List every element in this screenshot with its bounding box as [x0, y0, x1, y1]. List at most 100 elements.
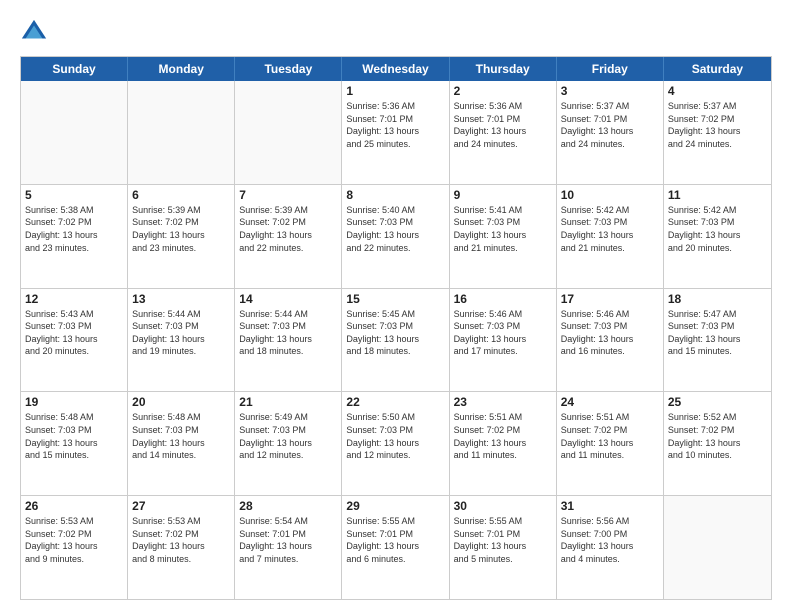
- day-info: Sunrise: 5:36 AM Sunset: 7:01 PM Dayligh…: [346, 100, 444, 150]
- day-number: 14: [239, 292, 337, 306]
- day-info: Sunrise: 5:43 AM Sunset: 7:03 PM Dayligh…: [25, 308, 123, 358]
- day-number: 2: [454, 84, 552, 98]
- day-info: Sunrise: 5:41 AM Sunset: 7:03 PM Dayligh…: [454, 204, 552, 254]
- day-info: Sunrise: 5:55 AM Sunset: 7:01 PM Dayligh…: [454, 515, 552, 565]
- calendar-week-3: 19Sunrise: 5:48 AM Sunset: 7:03 PM Dayli…: [21, 392, 771, 496]
- day-info: Sunrise: 5:51 AM Sunset: 7:02 PM Dayligh…: [454, 411, 552, 461]
- cal-cell-16: 16 Sunrise: 5:46 AM Sunset: 7:03 PM Dayli…: [450, 289, 557, 392]
- day-info: Sunrise: 5:37 AM Sunset: 7:02 PM Dayligh…: [668, 100, 767, 150]
- day-info: Sunrise: 5:45 AM Sunset: 7:03 PM Dayligh…: [346, 308, 444, 358]
- cal-cell-4: 4 Sunrise: 5:37 AM Sunset: 7:02 PM Daylig…: [664, 81, 771, 184]
- day-number: 16: [454, 292, 552, 306]
- cal-cell-20: 20Sunrise: 5:48 AM Sunset: 7:03 PM Dayli…: [128, 392, 235, 495]
- cal-cell-30: 30 Sunrise: 5:55 AM Sunset: 7:01 PM Dayli…: [450, 496, 557, 599]
- header-cell-saturday: Saturday: [664, 57, 771, 81]
- day-info: Sunrise: 5:53 AM Sunset: 7:02 PM Dayligh…: [25, 515, 123, 565]
- cal-cell-17: 17Sunrise: 5:46 AM Sunset: 7:03 PM Dayli…: [557, 289, 664, 392]
- header-cell-sunday: Sunday: [21, 57, 128, 81]
- day-number: 1: [346, 84, 444, 98]
- day-info: Sunrise: 5:55 AM Sunset: 7:01 PM Dayligh…: [346, 515, 444, 565]
- day-number: 18: [668, 292, 767, 306]
- day-info: Sunrise: 5:37 AM Sunset: 7:01 PM Dayligh…: [561, 100, 659, 150]
- day-number: 13: [132, 292, 230, 306]
- header-cell-thursday: Thursday: [450, 57, 557, 81]
- cal-cell-empty-6: [664, 496, 771, 599]
- calendar-week-0: 1 Sunrise: 5:36 AM Sunset: 7:01 PM Daylig…: [21, 81, 771, 185]
- day-number: 17: [561, 292, 659, 306]
- cal-cell-9: 9 Sunrise: 5:41 AM Sunset: 7:03 PM Daylig…: [450, 185, 557, 288]
- day-info: Sunrise: 5:44 AM Sunset: 7:03 PM Dayligh…: [239, 308, 337, 358]
- day-number: 22: [346, 395, 444, 409]
- day-number: 12: [25, 292, 123, 306]
- day-info: Sunrise: 5:42 AM Sunset: 7:03 PM Dayligh…: [668, 204, 767, 254]
- calendar-week-2: 12 Sunrise: 5:43 AM Sunset: 7:03 PM Dayli…: [21, 289, 771, 393]
- day-number: 15: [346, 292, 444, 306]
- day-info: Sunrise: 5:42 AM Sunset: 7:03 PM Dayligh…: [561, 204, 659, 254]
- cal-cell-11: 11Sunrise: 5:42 AM Sunset: 7:03 PM Dayli…: [664, 185, 771, 288]
- day-info: Sunrise: 5:47 AM Sunset: 7:03 PM Dayligh…: [668, 308, 767, 358]
- day-info: Sunrise: 5:51 AM Sunset: 7:02 PM Dayligh…: [561, 411, 659, 461]
- cal-cell-empty-0: [21, 81, 128, 184]
- cal-cell-empty-1: [128, 81, 235, 184]
- calendar: SundayMondayTuesdayWednesdayThursdayFrid…: [20, 56, 772, 600]
- cal-cell-5: 5 Sunrise: 5:38 AM Sunset: 7:02 PM Daylig…: [21, 185, 128, 288]
- cal-cell-14: 14 Sunrise: 5:44 AM Sunset: 7:03 PM Dayli…: [235, 289, 342, 392]
- day-info: Sunrise: 5:49 AM Sunset: 7:03 PM Dayligh…: [239, 411, 337, 461]
- cal-cell-7: 7 Sunrise: 5:39 AM Sunset: 7:02 PM Daylig…: [235, 185, 342, 288]
- day-info: Sunrise: 5:44 AM Sunset: 7:03 PM Dayligh…: [132, 308, 230, 358]
- cal-cell-18: 18 Sunrise: 5:47 AM Sunset: 7:03 PM Dayli…: [664, 289, 771, 392]
- day-info: Sunrise: 5:46 AM Sunset: 7:03 PM Dayligh…: [454, 308, 552, 358]
- day-info: Sunrise: 5:52 AM Sunset: 7:02 PM Dayligh…: [668, 411, 767, 461]
- calendar-week-4: 26 Sunrise: 5:53 AM Sunset: 7:02 PM Dayli…: [21, 496, 771, 599]
- day-number: 23: [454, 395, 552, 409]
- cal-cell-6: 6 Sunrise: 5:39 AM Sunset: 7:02 PM Daylig…: [128, 185, 235, 288]
- day-number: 9: [454, 188, 552, 202]
- day-info: Sunrise: 5:56 AM Sunset: 7:00 PM Dayligh…: [561, 515, 659, 565]
- day-number: 21: [239, 395, 337, 409]
- cal-cell-25: 25 Sunrise: 5:52 AM Sunset: 7:02 PM Dayli…: [664, 392, 771, 495]
- day-info: Sunrise: 5:53 AM Sunset: 7:02 PM Dayligh…: [132, 515, 230, 565]
- day-number: 29: [346, 499, 444, 513]
- cal-cell-24: 24 Sunrise: 5:51 AM Sunset: 7:02 PM Dayli…: [557, 392, 664, 495]
- cal-cell-19: 19Sunrise: 5:48 AM Sunset: 7:03 PM Dayli…: [21, 392, 128, 495]
- cal-cell-31: 31 Sunrise: 5:56 AM Sunset: 7:00 PM Dayli…: [557, 496, 664, 599]
- day-number: 20: [132, 395, 230, 409]
- cal-cell-23: 23 Sunrise: 5:51 AM Sunset: 7:02 PM Dayli…: [450, 392, 557, 495]
- cal-cell-10: 10 Sunrise: 5:42 AM Sunset: 7:03 PM Dayli…: [557, 185, 664, 288]
- day-number: 28: [239, 499, 337, 513]
- cal-cell-28: 28Sunrise: 5:54 AM Sunset: 7:01 PM Dayli…: [235, 496, 342, 599]
- day-number: 25: [668, 395, 767, 409]
- logo-icon: [20, 18, 48, 46]
- day-number: 19: [25, 395, 123, 409]
- day-info: Sunrise: 5:39 AM Sunset: 7:02 PM Dayligh…: [239, 204, 337, 254]
- cal-cell-15: 15 Sunrise: 5:45 AM Sunset: 7:03 PM Dayli…: [342, 289, 449, 392]
- cal-cell-13: 13 Sunrise: 5:44 AM Sunset: 7:03 PM Dayli…: [128, 289, 235, 392]
- day-info: Sunrise: 5:39 AM Sunset: 7:02 PM Dayligh…: [132, 204, 230, 254]
- day-number: 27: [132, 499, 230, 513]
- cal-cell-empty-2: [235, 81, 342, 184]
- cal-cell-3: 3Sunrise: 5:37 AM Sunset: 7:01 PM Daylig…: [557, 81, 664, 184]
- cal-cell-8: 8Sunrise: 5:40 AM Sunset: 7:03 PM Daylig…: [342, 185, 449, 288]
- header-cell-tuesday: Tuesday: [235, 57, 342, 81]
- cal-cell-1: 1 Sunrise: 5:36 AM Sunset: 7:01 PM Daylig…: [342, 81, 449, 184]
- day-number: 30: [454, 499, 552, 513]
- cal-cell-21: 21 Sunrise: 5:49 AM Sunset: 7:03 PM Dayli…: [235, 392, 342, 495]
- cal-cell-22: 22Sunrise: 5:50 AM Sunset: 7:03 PM Dayli…: [342, 392, 449, 495]
- cal-cell-29: 29 Sunrise: 5:55 AM Sunset: 7:01 PM Dayli…: [342, 496, 449, 599]
- day-number: 7: [239, 188, 337, 202]
- cal-cell-27: 27 Sunrise: 5:53 AM Sunset: 7:02 PM Dayli…: [128, 496, 235, 599]
- logo: [20, 18, 52, 46]
- cal-cell-26: 26 Sunrise: 5:53 AM Sunset: 7:02 PM Dayli…: [21, 496, 128, 599]
- day-number: 24: [561, 395, 659, 409]
- day-number: 8: [346, 188, 444, 202]
- day-number: 10: [561, 188, 659, 202]
- day-number: 4: [668, 84, 767, 98]
- calendar-body: 1 Sunrise: 5:36 AM Sunset: 7:01 PM Daylig…: [21, 81, 771, 599]
- day-number: 31: [561, 499, 659, 513]
- day-number: 26: [25, 499, 123, 513]
- day-number: 5: [25, 188, 123, 202]
- day-info: Sunrise: 5:38 AM Sunset: 7:02 PM Dayligh…: [25, 204, 123, 254]
- day-number: 6: [132, 188, 230, 202]
- header-cell-friday: Friday: [557, 57, 664, 81]
- header-cell-wednesday: Wednesday: [342, 57, 449, 81]
